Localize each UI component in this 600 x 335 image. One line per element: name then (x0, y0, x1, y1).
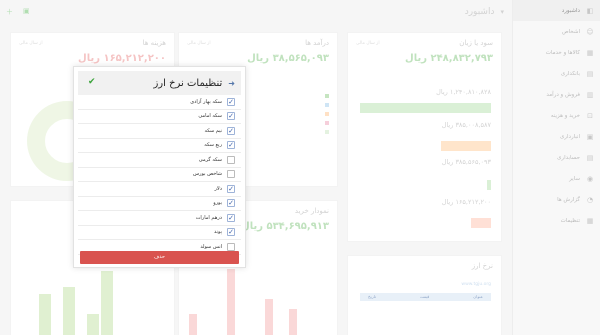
currency-label: درهم امارات (195, 214, 222, 221)
app-root: ◧ داشبورد ☺ اشخاص ▦ کالاها و خدمات ▤ بانکداری ▥ ف… (0, 0, 600, 335)
currency-row[interactable]: ✓ یورو (78, 197, 241, 211)
currency-row[interactable]: ✓ پوند (78, 226, 241, 240)
currency-label: سکه گرمی (198, 156, 222, 163)
currency-row[interactable]: ✓ نیم سکه (78, 124, 241, 139)
currency-checkbox[interactable] (227, 242, 235, 251)
confirm-check-icon[interactable]: ✔ (88, 77, 96, 87)
currency-label: نیم سکه (204, 127, 222, 134)
exchange-settings-modal: ➜ تنظیمات نرخ ارز ✔ ✓ سکه بهار آزادی ✓ سکه … (73, 66, 246, 268)
delete-button[interactable]: حذف (80, 251, 239, 264)
currency-checkbox[interactable]: ✓ (227, 199, 235, 208)
modal-header: ➜ تنظیمات نرخ ارز ✔ (78, 71, 241, 95)
currency-checkbox[interactable]: ✓ (227, 228, 235, 237)
currency-row[interactable]: ✓ سکه بهار آزادی (78, 95, 241, 110)
currency-checkbox[interactable]: ✓ (227, 126, 235, 135)
currency-label: سکه بهار آزادی (190, 98, 222, 105)
currency-list: ✓ سکه بهار آزادی ✓ سکه امامی ✓ نیم سکه ✓ ربع سک… (78, 95, 241, 255)
currency-label: پوند (214, 229, 222, 236)
back-arrow-icon[interactable]: ➜ (228, 79, 235, 88)
currency-label: یورو (213, 200, 222, 207)
currency-checkbox[interactable]: ✓ (227, 97, 235, 106)
currency-row[interactable]: ✓ سکه امامی (78, 110, 241, 124)
currency-label: شاخص بورس (192, 171, 222, 178)
currency-row[interactable]: ✓ درهم امارات (78, 211, 241, 226)
currency-checkbox[interactable] (227, 155, 235, 164)
currency-label: سکه امامی (198, 113, 222, 120)
currency-checkbox[interactable]: ✓ (227, 213, 235, 222)
currency-row[interactable]: شاخص بورس (78, 168, 241, 182)
currency-checkbox[interactable]: ✓ (227, 141, 235, 150)
currency-row[interactable]: ✓ ربع سکه (78, 139, 241, 153)
currency-label: ربع سکه (204, 142, 222, 149)
currency-checkbox[interactable]: ✓ (227, 184, 235, 193)
modal-title: تنظیمات نرخ ارز (153, 77, 223, 89)
currency-row[interactable]: سکه گرمی (78, 153, 241, 168)
currency-checkbox[interactable] (227, 170, 235, 179)
currency-row[interactable]: ✓ دلار (78, 182, 241, 197)
currency-checkbox[interactable]: ✓ (227, 112, 235, 121)
currency-label: دلار (214, 185, 223, 192)
currency-label: انس سولد (200, 243, 222, 250)
